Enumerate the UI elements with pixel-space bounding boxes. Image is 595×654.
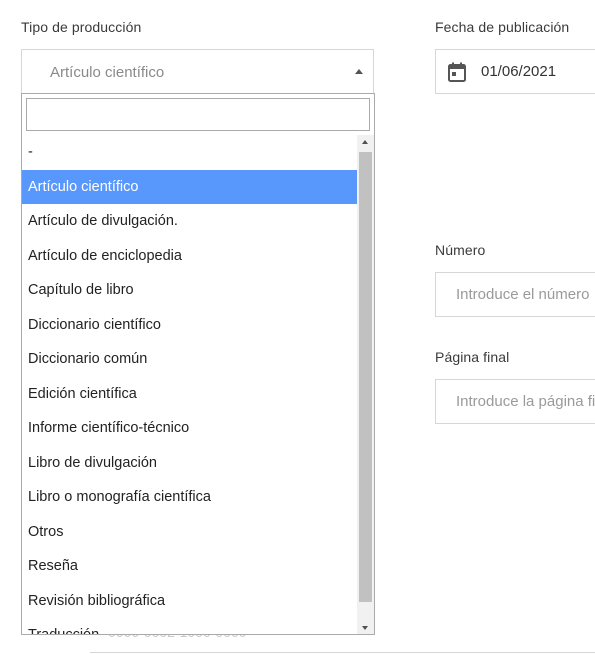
dropdown-option[interactable]: Artículo de divulgación. (22, 204, 357, 238)
last-page-placeholder: Introduce la página fi (456, 393, 595, 410)
dropdown-option[interactable]: Traducción (22, 618, 357, 634)
dropdown-option-selected[interactable]: Artículo científico (22, 169, 357, 204)
scrollbar-thumb[interactable] (359, 152, 372, 602)
dropdown-scrollbar[interactable] (357, 135, 374, 634)
dropdown-option[interactable]: Informe científico-técnico (22, 411, 357, 445)
dropdown-option[interactable]: Edición científica (22, 377, 357, 411)
dropdown-option[interactable]: Libro o monografía científica (22, 480, 357, 514)
dropdown-option[interactable]: - (22, 135, 357, 169)
dropdown-search-input[interactable] (26, 98, 370, 131)
dropdown-option[interactable]: Reseña (22, 549, 357, 583)
field-underline (90, 652, 595, 653)
publication-date-label: Fecha de publicación (435, 19, 570, 35)
dropdown-option[interactable]: Capítulo de libro (22, 273, 357, 307)
dropdown-options-list: - Artículo científico Artículo de divulgac… (22, 135, 357, 634)
production-type-selected-value: Artículo científico (50, 64, 165, 81)
production-type-label: Tipo de producción (21, 19, 142, 35)
dropdown-option[interactable]: Diccionario común (22, 342, 357, 376)
dropdown-option[interactable]: Diccionario científico (22, 308, 357, 342)
dropdown-option[interactable]: Otros (22, 515, 357, 549)
last-page-input[interactable]: Introduce la página fi (435, 379, 595, 424)
number-label: Número (435, 242, 486, 258)
number-input[interactable]: Introduce el número (435, 272, 595, 317)
scroll-up-arrow-icon[interactable] (357, 135, 374, 150)
publication-date-field[interactable]: 01/06/2021 (435, 49, 595, 94)
production-type-dropdown: - Artículo científico Artículo de divulgac… (21, 93, 375, 635)
number-placeholder: Introduce el número (456, 286, 590, 303)
scroll-down-arrow-icon[interactable] (357, 620, 374, 634)
caret-up-icon[interactable] (355, 69, 363, 74)
production-type-select[interactable]: Artículo científico (21, 49, 374, 93)
dropdown-option[interactable]: Artículo de enciclopedia (22, 239, 357, 273)
dropdown-option[interactable]: Revisión bibliográfica (22, 584, 357, 618)
dropdown-option[interactable]: Libro de divulgación (22, 446, 357, 480)
calendar-icon (448, 62, 466, 82)
last-page-label: Página final (435, 349, 510, 365)
publication-date-value: 01/06/2021 (481, 63, 557, 80)
